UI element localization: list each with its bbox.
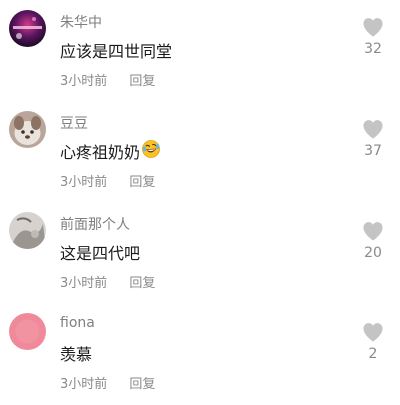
like-button[interactable]: 37 [359,119,387,159]
comment-meta: 3小时前 回复 [60,272,155,291]
avatar[interactable] [9,212,46,249]
comment-text-body: 应该是四世同堂 [60,42,173,61]
comment-text: 心疼祖奶奶 [60,139,161,163]
comment-text: 应该是四世同堂 [60,38,172,62]
comment-time: 3小时前 [60,276,108,291]
like-button[interactable]: 32 [359,17,387,57]
comment-time: 3小时前 [60,175,108,190]
heart-icon[interactable] [362,17,384,37]
like-count: 32 [364,41,382,57]
heart-icon[interactable] [362,221,384,241]
like-count: 2 [368,346,378,362]
like-count: 37 [364,143,382,159]
comment-item: 豆豆 心疼祖奶奶 3小时前 回复 37 [0,101,400,202]
reply-button[interactable]: 回复 [129,373,155,392]
reply-button[interactable]: 回复 [129,171,155,190]
comment-text: 羡慕 [60,341,92,365]
comment-text: 这是四代吧 [60,240,140,264]
comment-meta: 3小时前 回复 [60,373,155,392]
comment-time: 3小时前 [60,74,108,89]
comment-time: 3小时前 [60,377,108,392]
comment-username[interactable]: 前面那个人 [60,214,130,234]
reply-button[interactable]: 回复 [129,70,155,89]
avatar[interactable] [9,111,46,148]
avatar[interactable] [9,10,46,47]
reply-button[interactable]: 回复 [129,272,155,291]
like-button[interactable]: 20 [359,221,387,261]
comment-text-body: 这是四代吧 [60,244,141,263]
comment-item: 前面那个人 这是四代吧 3小时前 回复 20 [0,202,400,303]
comment-item: 朱华中 应该是四世同堂 3小时前 回复 32 [0,0,400,101]
like-button[interactable]: 2 [359,322,387,362]
avatar[interactable] [9,313,46,350]
heart-icon[interactable] [362,119,384,139]
like-count: 20 [364,245,382,261]
comment-meta: 3小时前 回复 [60,70,155,89]
comment-text-body: 心疼祖奶奶 [60,143,141,162]
comment-username[interactable]: 豆豆 [60,113,88,133]
rolling-laughing-emoji [141,139,161,163]
comment-meta: 3小时前 回复 [60,171,155,190]
comment-text-body: 羡慕 [60,345,93,364]
comment-item: fiona 羡慕 3小时前 回复 2 [0,303,400,404]
comment-username[interactable]: fiona [60,315,95,331]
heart-icon[interactable] [362,322,384,342]
comment-username[interactable]: 朱华中 [60,12,102,32]
